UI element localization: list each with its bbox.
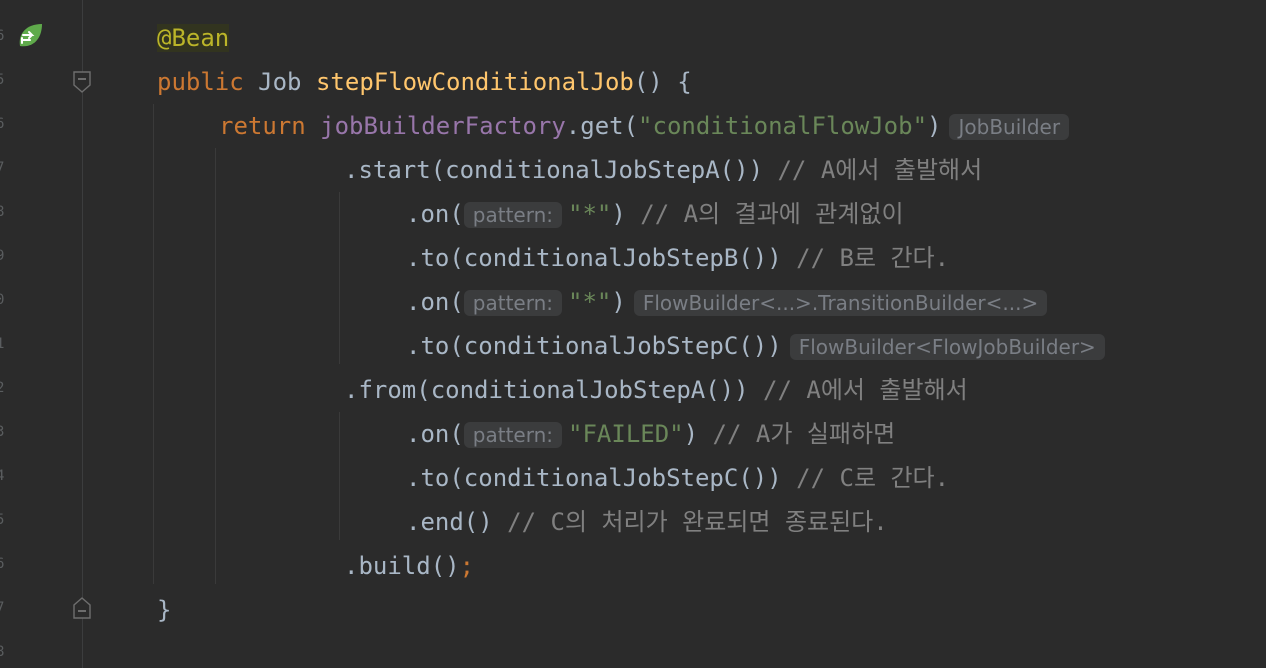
line-number: 4 (0, 468, 5, 484)
code-line: } (157, 590, 171, 630)
indent-guide (153, 104, 154, 584)
comment: // C로 간다. (796, 464, 950, 492)
line-number: 0 (0, 292, 5, 308)
type-inlay-hint: FlowBuilder<FlowJobBuilder> (789, 334, 1105, 360)
code-line: .to(conditionalJobStepC()) FlowBuilder<Fl… (406, 326, 1105, 366)
type-name: Job (258, 68, 302, 96)
code-text: ) (611, 200, 626, 228)
method-name: stepFlowConditionalJob (315, 68, 634, 96)
code-text: .to(conditionalJobStepC()) (406, 332, 782, 360)
editor-gutter: 6 5 6 7 8 9 0 1 2 3 4 5 6 7 8 (0, 0, 91, 668)
type-inlay-hint: FlowBuilder<...>.TransitionBuilder<...> (633, 290, 1048, 316)
comment: // A가 실패하면 (712, 420, 896, 448)
spring-bean-run-icon[interactable] (14, 20, 46, 52)
code-text: .on( (406, 288, 464, 316)
code-text: () { (633, 68, 692, 96)
string-literal: "conditionalFlowJob" (638, 112, 928, 140)
comment: // A에서 출발해서 (777, 156, 983, 184)
code-line: .on(pattern: "*") FlowBuilder<...>.Transit… (406, 282, 1048, 322)
line-number: 5 (0, 512, 5, 528)
comment: // C의 처리가 완료되면 종료된다. (507, 508, 888, 536)
line-number: 8 (0, 204, 5, 220)
keyword: return (219, 112, 306, 140)
code-line: .to(conditionalJobStepC()) // C로 간다. (406, 458, 949, 498)
code-text: .to(conditionalJobStepB()) (406, 244, 782, 272)
line-number: 7 (0, 160, 5, 176)
code-line: .end() // C의 처리가 완료되면 종료된다. (406, 502, 888, 542)
string-literal: "FAILED" (568, 420, 684, 448)
string-literal: "*" (568, 200, 612, 228)
code-line: .on(pattern: "FAILED") // A가 실패하면 (406, 414, 895, 454)
parameter-inlay-hint: pattern: (463, 422, 563, 448)
comment: // B로 간다. (796, 244, 950, 272)
code-text: .to(conditionalJobStepC()) (406, 464, 782, 492)
line-number: 1 (0, 336, 5, 352)
code-line: return jobBuilderFactory.get("conditiona… (219, 106, 1070, 146)
code-line: @Bean (157, 18, 230, 58)
line-number: 6 (0, 28, 5, 44)
code-text: .on( (406, 200, 464, 228)
code-line: public Job stepFlowConditionalJob() { (157, 62, 692, 102)
comment: // A에서 출발해서 (763, 376, 968, 404)
field-name: jobBuilderFactory (320, 112, 566, 140)
comment: // A의 결과에 관계없이 (640, 200, 904, 228)
indent-guide (339, 412, 340, 540)
code-text: .build() (344, 552, 460, 580)
bean-annotation: @Bean (157, 24, 230, 52)
code-line: .to(conditionalJobStepB()) // B로 간다. (406, 238, 949, 278)
line-number: 2 (0, 380, 5, 396)
semicolon: ; (459, 552, 475, 580)
parameter-inlay-hint: pattern: (463, 290, 563, 316)
type-inlay-hint: JobBuilder (949, 114, 1070, 140)
line-number: 6 (0, 116, 5, 132)
code-text: .from(conditionalJobStepA()) (344, 376, 749, 404)
indent-guide (339, 192, 340, 364)
code-text: ) (683, 420, 699, 448)
string-literal: "*" (568, 288, 612, 316)
line-number: 7 (0, 600, 5, 616)
fold-end-icon[interactable] (73, 597, 91, 619)
code-line: .from(conditionalJobStepA()) // A에서 출발해서 (344, 370, 968, 410)
line-number: 6 (0, 556, 5, 572)
code-text: .end() (406, 508, 493, 536)
code-line: .build(); (344, 546, 474, 586)
line-number: 5 (0, 72, 5, 88)
parameter-inlay-hint: pattern: (463, 202, 563, 228)
closing-brace: } (157, 596, 172, 624)
code-text: .start(conditionalJobStepA()) (344, 156, 764, 184)
fold-collapse-icon[interactable] (73, 71, 91, 93)
code-line: .start(conditionalJobStepA()) // A에서 출발해… (344, 150, 982, 190)
code-text: .on( (406, 420, 464, 448)
line-number: 8 (0, 644, 5, 660)
code-text: ) (927, 112, 942, 140)
code-text: .get( (565, 112, 639, 140)
line-number: 3 (0, 424, 5, 440)
line-number: 9 (0, 248, 5, 264)
indent-guide (215, 148, 216, 584)
code-text: ) (611, 288, 626, 316)
keyword: public (157, 68, 244, 96)
code-line: .on(pattern: "*") // A의 결과에 관계없이 (406, 194, 904, 234)
